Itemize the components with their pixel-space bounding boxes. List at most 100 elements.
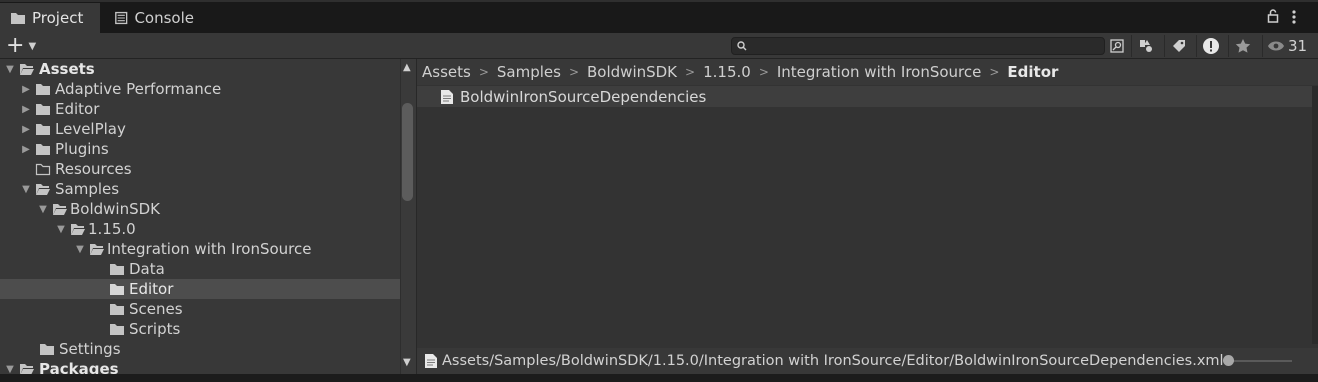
tab-console-label: Console (134, 9, 194, 27)
breadcrumb-item[interactable]: Samples (497, 63, 561, 81)
breadcrumb-item[interactable]: BoldwinSDK (587, 63, 677, 81)
expanded-arrow-icon[interactable]: ▼ (55, 223, 67, 235)
expanded-arrow-icon[interactable]: ▼ (74, 243, 86, 255)
collapsed-arrow-icon[interactable]: ▶ (20, 143, 32, 155)
breadcrumb-current[interactable]: Editor (1007, 63, 1058, 81)
tree-item-levelplay[interactable]: ▶ LevelPlay (0, 119, 400, 139)
expanded-arrow-icon[interactable]: ▼ (20, 183, 32, 195)
content-pane (417, 59, 1318, 382)
tree-item-label: BoldwinSDK (70, 200, 161, 218)
tree-item-samples[interactable]: ▼ Samples (0, 179, 400, 199)
scroll-up-arrow-icon[interactable]: ▲ (403, 62, 411, 73)
tree-item-label: Settings (59, 340, 121, 358)
tree-item-scripts[interactable]: Scripts (0, 319, 400, 339)
warning-icon (1203, 38, 1219, 54)
folder-icon (36, 143, 50, 155)
tree-item-boldwinsdk[interactable]: ▼ BoldwinSDK (0, 199, 400, 219)
tree-item-label: Scenes (129, 300, 183, 318)
tree-item-version[interactable]: ▼ 1.15.0 (0, 219, 400, 239)
scroll-down-arrow-icon[interactable]: ▼ (403, 357, 411, 368)
search-by-type-button[interactable] (1103, 35, 1131, 57)
plus-icon: + (6, 33, 25, 58)
content-scrollbar[interactable] (1312, 86, 1318, 344)
file-list-item[interactable]: BoldwinIronSourceDependencies (417, 86, 1312, 107)
breadcrumb-separator-icon: > (758, 65, 769, 79)
visible-count: 31 (1287, 37, 1308, 55)
tree-item-label: Assets (39, 60, 95, 78)
tree-item-editor-selected[interactable]: Editor (0, 279, 400, 299)
chevron-down-icon: ▼ (28, 40, 37, 52)
tree-item-label: Resources (55, 160, 132, 178)
tree-item-label: Data (129, 260, 165, 278)
tree-item-editor[interactable]: ▶ Editor (0, 99, 400, 119)
tab-project-label: Project (32, 9, 84, 27)
breadcrumb-separator-icon: > (685, 65, 696, 79)
open-folder-icon (53, 203, 67, 215)
eye-icon (1267, 41, 1284, 51)
open-folder-icon (71, 223, 85, 235)
open-folder-icon (90, 243, 104, 255)
tree-item-data[interactable]: Data (0, 259, 400, 279)
tree-item-resources[interactable]: Resources (0, 159, 400, 179)
more-options-icon[interactable] (1290, 9, 1298, 25)
tab-console[interactable]: Console (104, 3, 204, 33)
collapsed-arrow-icon[interactable]: ▶ (20, 123, 32, 135)
tree-item-assets[interactable]: ▼ Assets (0, 59, 400, 79)
open-folder-icon (36, 183, 50, 195)
folder-icon (36, 123, 50, 135)
shapes-icon (1140, 40, 1152, 52)
breadcrumb-separator-icon: > (568, 65, 580, 79)
tree-item-label: LevelPlay (55, 120, 126, 138)
folder-icon (110, 323, 124, 335)
file-name: BoldwinIronSourceDependencies (460, 87, 707, 106)
zoom-slider-track[interactable] (1228, 360, 1292, 362)
tree-item-label: Adaptive Performance (55, 80, 222, 98)
breadcrumb-item[interactable]: Assets (422, 63, 471, 81)
selected-asset-path: Assets/Samples/BoldwinSDK/1.15.0/Integra… (442, 353, 1224, 369)
filter-by-type-button[interactable] (1131, 35, 1160, 57)
collapsed-arrow-icon[interactable]: ▶ (20, 103, 32, 115)
zoom-slider-thumb[interactable] (1223, 355, 1234, 366)
lock-icon[interactable] (1266, 9, 1280, 23)
breadcrumb: Assets > Samples > BoldwinSDK > 1.15.0 >… (417, 59, 1318, 85)
bottom-edge (0, 374, 1318, 382)
tree-item-integration[interactable]: ▼ Integration with IronSource (0, 239, 400, 259)
visible-count-toggle[interactable]: 31 (1262, 35, 1311, 57)
tree-item-label: Editor (55, 100, 100, 118)
tab-project[interactable]: Project (0, 3, 100, 33)
breadcrumb-item[interactable]: 1.15.0 (703, 63, 751, 81)
tree-item-label: 1.15.0 (88, 220, 136, 238)
expanded-arrow-icon[interactable]: ▼ (4, 63, 16, 75)
breadcrumb-item[interactable]: Integration with IronSource (777, 63, 981, 81)
folder-icon (40, 343, 54, 355)
tree-item-scenes[interactable]: Scenes (0, 299, 400, 319)
star-icon (1235, 39, 1251, 53)
tree-item-label: Plugins (55, 140, 109, 158)
folder-tree: ▼ Assets ▶ Adaptive Performance ▶ Editor… (0, 59, 400, 382)
path-bar: Assets/Samples/BoldwinSDK/1.15.0/Integra… (417, 348, 1318, 374)
folder-icon (110, 303, 124, 315)
search-input[interactable] (731, 37, 1105, 55)
favorites-button[interactable] (1228, 35, 1257, 57)
expanded-arrow-icon[interactable]: ▼ (37, 203, 49, 215)
breadcrumb-separator-icon: > (989, 65, 1000, 79)
breadcrumb-separator-icon: > (478, 65, 489, 79)
open-folder-icon (20, 63, 34, 75)
tree-item-settings[interactable]: Settings (0, 339, 400, 359)
collapsed-arrow-icon[interactable]: ▶ (20, 83, 32, 95)
tree-scrollbar-thumb[interactable] (402, 103, 413, 201)
tree-item-label: Integration with IronSource (107, 240, 312, 258)
folder-icon (36, 83, 50, 95)
tree-item-adaptive-performance[interactable]: ▶ Adaptive Performance (0, 79, 400, 99)
tree-item-label: Editor (129, 280, 174, 298)
log-filter-button[interactable] (1196, 35, 1225, 57)
empty-folder-icon (35, 163, 51, 175)
tree-item-label: Samples (55, 180, 120, 198)
filter-by-label-button[interactable] (1164, 35, 1193, 57)
tree-item-plugins[interactable]: ▶ Plugins (0, 139, 400, 159)
folder-icon (36, 103, 50, 115)
tag-icon (1173, 40, 1185, 52)
console-icon (115, 11, 128, 25)
folder-icon (110, 283, 124, 295)
add-button[interactable]: + ▼ (6, 35, 36, 57)
